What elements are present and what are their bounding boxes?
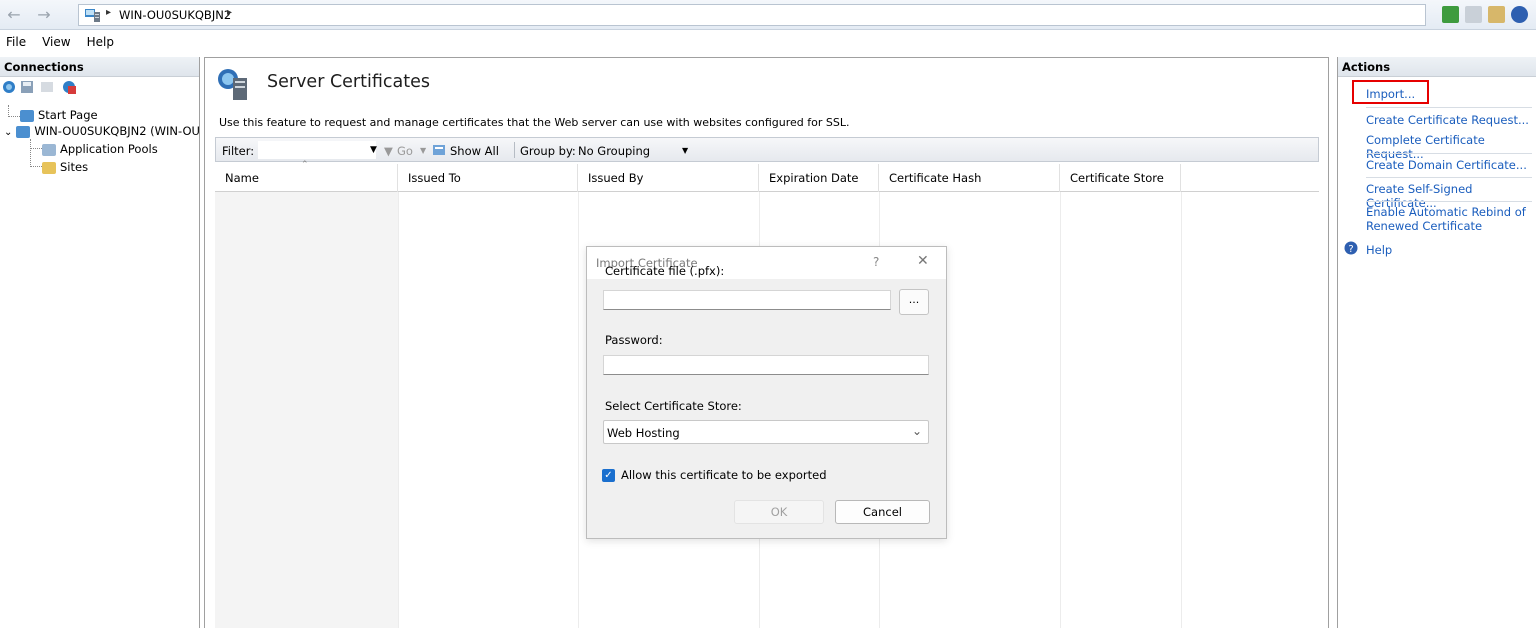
- server-certificates-icon: [218, 69, 247, 100]
- feature-description: Use this feature to request and manage c…: [219, 116, 850, 129]
- mail-icon[interactable]: [1465, 6, 1482, 23]
- tree-line: [8, 116, 20, 117]
- sort-ascending-icon: ⌃: [301, 160, 309, 170]
- column-divider: [578, 192, 579, 628]
- enable-automatic-rebind-action[interactable]: Enable Automatic Rebind of Renewed Certi…: [1366, 205, 1526, 233]
- certificate-store-value: Web Hosting: [607, 426, 680, 440]
- menu-bar: File View Help: [0, 30, 1536, 54]
- address-box[interactable]: ▸ WIN-OU0SUKQBJN2 ▸: [78, 4, 1426, 26]
- tree-line: [30, 166, 42, 167]
- address-bar: ← → ▸ WIN-OU0SUKQBJN2 ▸: [0, 0, 1536, 30]
- allow-export-checkbox[interactable]: ✓: [602, 469, 615, 482]
- action-separator: [1366, 107, 1532, 108]
- column-divider: [1060, 192, 1061, 628]
- help-icon[interactable]: [1511, 6, 1528, 23]
- tree-line: [30, 148, 42, 149]
- group-by-label: Group by:: [520, 144, 576, 158]
- forward-arrow-icon[interactable]: →: [34, 5, 54, 25]
- help-action[interactable]: Help: [1366, 243, 1392, 257]
- filter-bar: Filter: ▼ ▼ Go ▼ Show All Group by: No G…: [215, 137, 1319, 162]
- browse-button[interactable]: ...: [899, 289, 929, 315]
- create-domain-certificate-action[interactable]: Create Domain Certificate...: [1366, 158, 1527, 172]
- go-dropdown-icon[interactable]: ▼: [420, 146, 426, 155]
- sites-folder-icon: [42, 161, 56, 174]
- certificate-store-select[interactable]: Web Hosting ⌄: [603, 420, 929, 444]
- connect-globe-icon[interactable]: [2, 80, 16, 94]
- show-all-button[interactable]: Show All: [450, 144, 499, 158]
- server-icon: [16, 125, 31, 138]
- app-pool-icon: [42, 143, 56, 156]
- up-level-icon[interactable]: [40, 80, 54, 94]
- ok-button[interactable]: OK: [734, 500, 824, 524]
- column-header-issued-to[interactable]: Issued To: [398, 164, 578, 192]
- column-divider: [398, 192, 399, 628]
- column-header-certificate-hash[interactable]: Certificate Hash: [879, 164, 1060, 192]
- group-by-select[interactable]: No Grouping: [578, 144, 650, 158]
- dialog-close-button[interactable]: ✕: [917, 253, 929, 269]
- go-button[interactable]: Go: [397, 144, 413, 158]
- allow-export-label[interactable]: Allow this certificate to be exported: [621, 468, 827, 482]
- page-title: Server Certificates: [267, 72, 430, 92]
- filter-input[interactable]: [258, 141, 376, 159]
- actions-panel: Actions Import... Create Certificate Req…: [1337, 57, 1536, 628]
- certificate-file-label: Certificate file (.pfx):: [605, 264, 725, 278]
- column-header-issued-by[interactable]: Issued By: [578, 164, 759, 192]
- chevron-down-icon[interactable]: ⌄: [4, 127, 12, 138]
- column-header-certificate-store[interactable]: Certificate Store: [1060, 164, 1181, 192]
- column-header-expiration-date[interactable]: Expiration Date: [759, 164, 879, 192]
- help-icon: ?: [1344, 241, 1358, 255]
- table-header: Name Issued To Issued By Expiration Date…: [215, 160, 1319, 192]
- breadcrumb-separator[interactable]: ▸: [227, 7, 232, 18]
- tree-item-application-pools[interactable]: Application Pools: [42, 141, 158, 157]
- save-icon[interactable]: [20, 80, 34, 94]
- disconnect-icon[interactable]: [62, 80, 76, 94]
- create-certificate-request-action[interactable]: Create Certificate Request...: [1366, 113, 1529, 127]
- import-action[interactable]: Import...: [1366, 87, 1415, 101]
- group-by-dropdown-icon[interactable]: ▼: [682, 146, 688, 155]
- server-icon: [85, 9, 100, 22]
- action-separator: [1366, 177, 1532, 178]
- connections-toolbar: [0, 77, 199, 97]
- actions-title: Actions: [1338, 57, 1536, 77]
- go-funnel-icon[interactable]: ▼: [384, 144, 393, 158]
- certificate-store-label: Select Certificate Store:: [605, 399, 742, 413]
- connections-panel: Connections Start Page ⌄ WIN-OU0SUKQBJN2 …: [0, 57, 200, 628]
- svg-text:?: ?: [1348, 244, 1353, 255]
- name-column-background: [215, 192, 398, 628]
- toolbar-separator: [514, 142, 515, 158]
- action-separator: [1366, 201, 1532, 202]
- breadcrumb-separator: ▸: [106, 7, 112, 18]
- menu-file[interactable]: File: [6, 35, 26, 49]
- action-separator: [1366, 153, 1532, 154]
- connections-title: Connections: [0, 57, 199, 77]
- back-arrow-icon[interactable]: ←: [4, 5, 24, 25]
- breadcrumb-server[interactable]: WIN-OU0SUKQBJN2: [119, 8, 231, 22]
- start-page-icon: [20, 109, 34, 122]
- tree-item-start-page[interactable]: Start Page: [20, 107, 98, 123]
- chevron-down-icon: ⌄: [911, 424, 922, 438]
- complete-certificate-request-action[interactable]: Complete Certificate Request...: [1366, 133, 1536, 161]
- filter-label: Filter:: [222, 144, 255, 158]
- password-label: Password:: [605, 333, 663, 347]
- dialog-help-button[interactable]: ?: [873, 255, 879, 269]
- show-all-icon[interactable]: [432, 143, 446, 157]
- certificate-file-input[interactable]: [603, 290, 891, 310]
- home-icon[interactable]: [1488, 6, 1505, 23]
- column-divider: [1181, 192, 1182, 628]
- import-certificate-dialog: Import Certificate ? ✕ Certificate file …: [586, 246, 947, 539]
- tree-line: [30, 139, 31, 167]
- menu-view[interactable]: View: [42, 35, 70, 49]
- tree-item-server[interactable]: ⌄ WIN-OU0SUKQBJN2 (WIN-OU: [4, 123, 200, 139]
- cancel-button[interactable]: Cancel: [835, 500, 930, 524]
- filter-dropdown-icon[interactable]: ▼: [370, 145, 377, 155]
- password-input[interactable]: [603, 355, 929, 375]
- connect-icon[interactable]: [1442, 6, 1459, 23]
- tree-item-sites[interactable]: Sites: [42, 159, 88, 175]
- menu-help[interactable]: Help: [87, 35, 114, 49]
- toolbar-icons: [1442, 6, 1528, 23]
